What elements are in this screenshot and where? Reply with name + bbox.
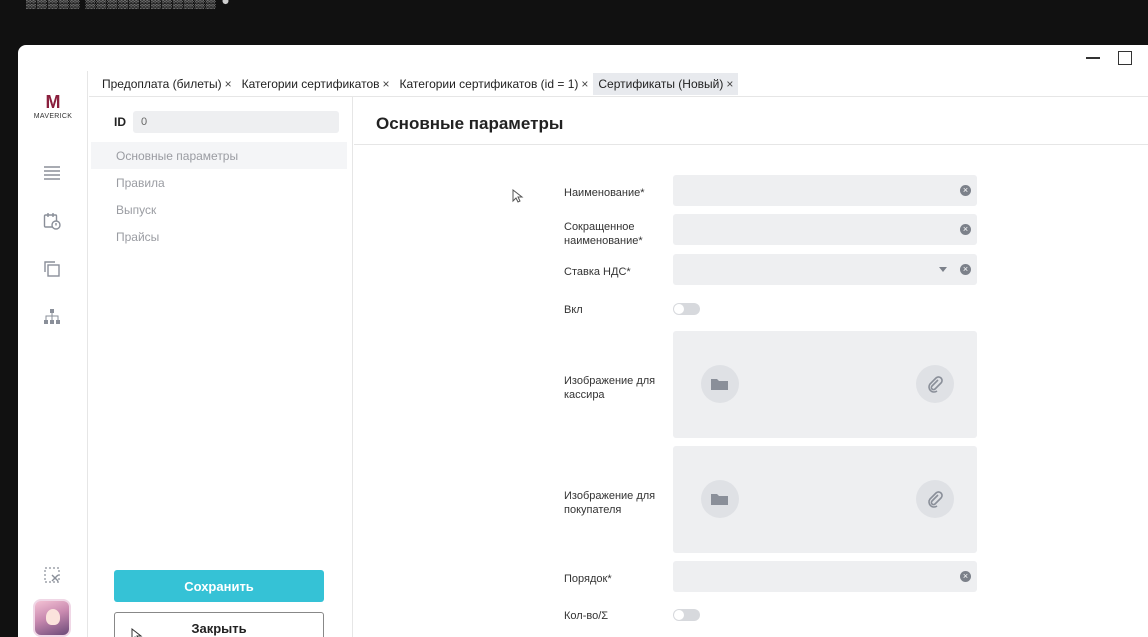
image-buyer-upload[interactable] xyxy=(673,446,977,553)
id-field[interactable] xyxy=(133,111,339,133)
list-icon[interactable] xyxy=(42,163,62,183)
background-text: ▒▒▒▒▒ ▒▒▒▒▒▒▒▒▒▒▒▒ ● xyxy=(26,0,231,8)
tab-label: Категории сертификатов (id = 1) xyxy=(399,76,579,91)
avatar[interactable] xyxy=(33,599,71,637)
tab-certificate-categories[interactable]: Категории сертификатов × xyxy=(237,73,395,95)
tab-label: Предоплата (билеты) xyxy=(102,76,222,91)
enabled-toggle[interactable] xyxy=(673,303,700,315)
folder-icon[interactable] xyxy=(701,480,739,518)
image-cashier-upload[interactable] xyxy=(673,331,977,438)
tab-close-icon[interactable]: × xyxy=(581,77,588,91)
close-button[interactable]: Закрыть xyxy=(114,612,324,637)
tab-close-icon[interactable]: × xyxy=(383,77,390,91)
folder-icon[interactable] xyxy=(701,365,739,403)
calendar-icon[interactable] xyxy=(42,211,62,231)
tab-certificates-new[interactable]: Сертификаты (Новый) × xyxy=(593,72,739,95)
page-title: Основные параметры xyxy=(354,97,1148,145)
logo-mark: M xyxy=(45,92,61,112)
mouse-cursor-icon xyxy=(512,189,524,203)
org-chart-icon[interactable] xyxy=(42,307,62,327)
chevron-down-icon[interactable] xyxy=(939,267,947,272)
main-panel: Основные параметры Наименование* × Сокра… xyxy=(354,97,1148,637)
side-item-prices[interactable]: Прайсы xyxy=(91,223,347,250)
clear-icon[interactable]: × xyxy=(960,224,971,235)
tab-prepayment[interactable]: Предоплата (билеты) × xyxy=(97,73,237,95)
short-name-label: Сокращенное наименование* xyxy=(564,221,643,247)
enabled-label: Вкл xyxy=(564,304,583,316)
tab-close-icon[interactable]: × xyxy=(225,77,232,91)
side-item-issue[interactable]: Выпуск xyxy=(91,196,347,223)
save-button[interactable]: Сохранить xyxy=(114,570,324,602)
side-item-main-params[interactable]: Основные параметры xyxy=(91,142,347,169)
tab-label: Категории сертификатов xyxy=(241,76,380,91)
paperclip-icon[interactable] xyxy=(916,480,954,518)
logo: M MAVERICK xyxy=(28,93,78,120)
order-input[interactable]: × xyxy=(673,561,977,592)
app-window: M MAVERICK Предоплата (билеты) × Категори… xyxy=(18,45,1148,637)
maximize-button[interactable] xyxy=(1114,47,1136,69)
qty-label: Кол-во/Σ xyxy=(564,610,609,622)
titlebar xyxy=(18,45,1148,71)
name-input[interactable]: × xyxy=(673,175,977,206)
tab-close-icon[interactable]: × xyxy=(726,77,733,91)
minimize-button[interactable] xyxy=(1082,47,1104,69)
side-item-rules[interactable]: Правила xyxy=(91,169,347,196)
id-label: ID xyxy=(114,115,126,129)
vat-label: Ставка НДС* xyxy=(564,266,631,278)
tab-label: Сертификаты (Новый) xyxy=(598,76,724,91)
clear-icon[interactable]: × xyxy=(960,264,971,275)
mouse-cursor-icon xyxy=(131,628,143,637)
side-panel: ID Основные параметры Правила Выпуск Пра… xyxy=(89,97,353,637)
exit-fullscreen-icon[interactable] xyxy=(42,565,62,585)
tab-bar: Предоплата (билеты) × Категории сертифика… xyxy=(89,71,1148,97)
logo-word: MAVERICK xyxy=(33,113,73,120)
image-cashier-label: Изображение для кассира xyxy=(564,375,656,401)
short-name-input[interactable]: × xyxy=(673,214,977,245)
left-navbar: M MAVERICK xyxy=(18,71,88,637)
id-row: ID xyxy=(114,111,339,133)
clear-icon[interactable]: × xyxy=(960,185,971,196)
vat-select[interactable]: × xyxy=(673,254,977,285)
tab-certificate-category-1[interactable]: Категории сертификатов (id = 1) × xyxy=(395,73,594,95)
clear-icon[interactable]: × xyxy=(960,571,971,582)
paperclip-icon[interactable] xyxy=(916,365,954,403)
image-buyer-label: Изображение для покупателя xyxy=(564,490,656,516)
order-label: Порядок* xyxy=(564,573,612,585)
name-label: Наименование* xyxy=(564,187,645,199)
qty-toggle[interactable] xyxy=(673,609,700,621)
copy-icon[interactable] xyxy=(42,259,62,279)
